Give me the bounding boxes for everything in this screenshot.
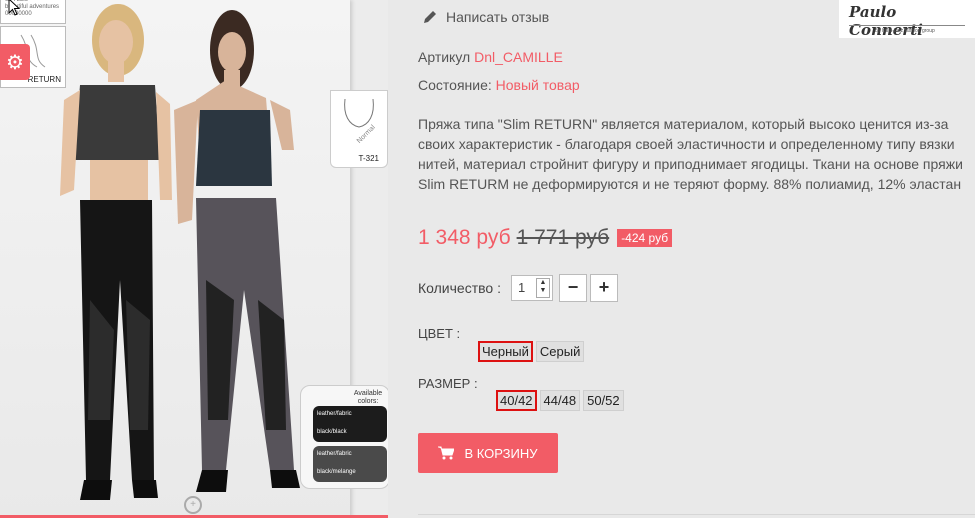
product-description: Пряжа типа "Slim RETURN" является матери… bbox=[418, 116, 963, 192]
settings-gear-button[interactable]: ⚙ bbox=[0, 44, 30, 80]
available-colors-panel: Available colors: leather/fabric black/b… bbox=[300, 385, 388, 489]
color-label: ЦВЕТ : bbox=[418, 326, 461, 341]
swatch-label: leather/fabric bbox=[317, 451, 352, 457]
color-option-black[interactable]: Черный bbox=[478, 341, 533, 362]
available-colors-title: Available colors: bbox=[353, 390, 383, 405]
model-right-figure bbox=[174, 10, 300, 492]
condition-label: Состояние: bbox=[418, 77, 492, 93]
color-swatch-black: leather/fabric black/black bbox=[313, 406, 387, 442]
thumbnail-label: RETURN bbox=[27, 75, 61, 84]
size-option-44-48[interactable]: 44/48 bbox=[539, 390, 581, 411]
swatch-label: black/melange bbox=[317, 469, 356, 475]
product-info: Написать отзыв Paulo Connerti by Italia-… bbox=[388, 0, 975, 518]
size-label: РАЗМЕР : bbox=[418, 376, 478, 391]
quantity-increase-button[interactable]: + bbox=[589, 274, 618, 302]
mouse-cursor-icon bbox=[8, 0, 21, 16]
condition-value: Новый товар bbox=[495, 77, 580, 93]
quantity-spinner[interactable]: ▲ ▼ bbox=[535, 278, 550, 298]
add-to-cart-label: В КОРЗИНУ bbox=[464, 445, 538, 461]
price-row: 1 348 руб 1 771 руб -424 руб bbox=[418, 226, 673, 250]
add-to-cart-button[interactable]: В КОРЗИНУ bbox=[418, 433, 558, 473]
pencil-icon bbox=[424, 11, 436, 23]
product-tag-badge: Normal T-321 bbox=[330, 90, 388, 168]
model-left-figure bbox=[60, 4, 172, 500]
logo-divider bbox=[849, 25, 965, 26]
write-review-label: Написать отзыв bbox=[446, 9, 550, 25]
swatch-label: leather/fabric bbox=[317, 411, 352, 417]
article-row: Артикул Dnl_CAMILLE bbox=[418, 49, 563, 65]
brand-logo: Paulo Connerti by Italia-Linz fashion gr… bbox=[839, 0, 975, 39]
quantity-decrease-button[interactable]: − bbox=[558, 274, 587, 302]
article-value: Dnl_CAMILLE bbox=[474, 49, 563, 65]
color-options: Черный Серый bbox=[478, 341, 587, 362]
swatch-label: black/black bbox=[317, 429, 347, 435]
product-gallery: STYLES beautiful adventures 00000000 RET… bbox=[0, 0, 388, 518]
quantity-value: 1 bbox=[517, 280, 526, 295]
size-options: 40/42 44/48 50/52 bbox=[496, 390, 627, 411]
quantity-label: Количество : bbox=[418, 280, 501, 296]
gear-icon: ⚙ bbox=[6, 51, 24, 74]
brand-subtitle: by Italia-Linz fashion group bbox=[875, 28, 935, 34]
quantity-input[interactable]: 1 ▲ ▼ bbox=[510, 275, 553, 301]
quantity-row: Количество : 1 ▲ ▼ − + bbox=[418, 274, 618, 302]
current-price: 1 348 руб bbox=[418, 226, 511, 249]
old-price: 1 771 руб bbox=[516, 226, 610, 249]
article-label: Артикул bbox=[418, 49, 471, 65]
divider bbox=[418, 514, 975, 515]
zoom-icon[interactable]: + bbox=[184, 496, 202, 514]
cart-icon bbox=[438, 446, 455, 460]
size-option-40-42[interactable]: 40/42 bbox=[496, 390, 537, 411]
condition-row: Состояние: Новый товар bbox=[418, 77, 580, 93]
discount-badge: -424 руб bbox=[617, 229, 673, 247]
tag-code-text: T-321 bbox=[358, 154, 379, 163]
size-option-50-52[interactable]: 50/52 bbox=[583, 390, 624, 411]
write-review-link[interactable]: Написать отзыв bbox=[422, 9, 549, 25]
color-option-grey[interactable]: Серый bbox=[535, 341, 585, 362]
color-swatch-melange: leather/fabric black/melange bbox=[313, 446, 387, 482]
